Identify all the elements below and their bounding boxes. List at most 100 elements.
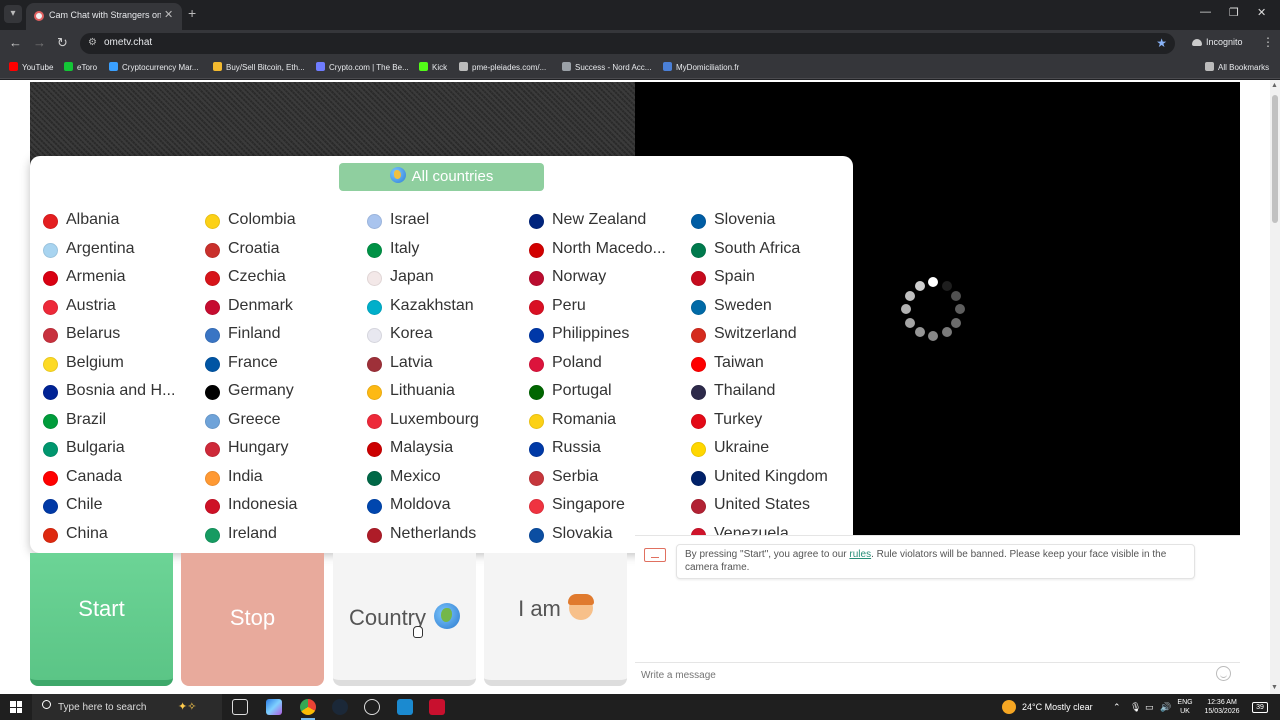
country-option[interactable]: Moldova bbox=[354, 493, 514, 522]
incognito-indicator[interactable]: Incognito bbox=[1192, 37, 1243, 47]
forward-icon[interactable]: → bbox=[33, 35, 46, 50]
country-option[interactable]: Hungary bbox=[192, 436, 352, 465]
country-option[interactable]: Mexico bbox=[354, 465, 514, 494]
weather-text[interactable]: 24°C Mostly clear bbox=[1022, 702, 1093, 712]
bookmark-star-icon[interactable]: ★ bbox=[1156, 36, 1167, 50]
country-option[interactable]: Norway bbox=[516, 265, 676, 294]
bookmark-crypto-com[interactable]: Crypto.com | The Be... bbox=[316, 62, 409, 72]
country-option[interactable]: Lithuania bbox=[354, 379, 514, 408]
country-option[interactable]: Spain bbox=[678, 265, 838, 294]
country-button[interactable]: Country bbox=[333, 553, 476, 686]
bookmark-kick[interactable]: Kick bbox=[419, 62, 447, 72]
windows-start-icon[interactable] bbox=[10, 701, 22, 713]
country-option[interactable]: Argentina bbox=[30, 237, 190, 266]
start-button[interactable]: Start bbox=[30, 553, 173, 686]
country-option[interactable]: United States bbox=[678, 493, 838, 522]
country-option[interactable]: Malaysia bbox=[354, 436, 514, 465]
country-option[interactable]: Belarus bbox=[30, 322, 190, 351]
country-option[interactable]: Bulgaria bbox=[30, 436, 190, 465]
country-option[interactable]: Israel bbox=[354, 208, 514, 237]
country-option[interactable]: Belgium bbox=[30, 351, 190, 380]
country-option[interactable]: Austria bbox=[30, 294, 190, 323]
obs-icon[interactable] bbox=[364, 699, 380, 715]
browser-menu-icon[interactable]: ⋮ bbox=[1262, 35, 1274, 49]
rules-link[interactable]: rules bbox=[849, 549, 871, 560]
scroll-down-icon[interactable]: ▼ bbox=[1271, 684, 1278, 691]
country-option[interactable]: Portugal bbox=[516, 379, 676, 408]
site-info-icon[interactable]: ⚙ bbox=[88, 37, 97, 48]
country-option[interactable]: Poland bbox=[516, 351, 676, 380]
bookmark-mydomiciliation[interactable]: MyDomiciliation.fr bbox=[663, 62, 739, 72]
address-bar[interactable]: ⚙ ometv.chat ★ bbox=[80, 33, 1175, 54]
country-option[interactable]: Korea bbox=[354, 322, 514, 351]
country-option[interactable]: Thailand bbox=[678, 379, 838, 408]
gender-button[interactable]: I am bbox=[484, 553, 627, 686]
all-bookmarks[interactable]: All Bookmarks bbox=[1205, 62, 1269, 72]
country-option[interactable]: Luxembourg bbox=[354, 408, 514, 437]
stop-button[interactable]: Stop bbox=[181, 553, 324, 686]
country-option[interactable]: Greece bbox=[192, 408, 352, 437]
country-option[interactable]: Albania bbox=[30, 208, 190, 237]
country-option[interactable]: Brazil bbox=[30, 408, 190, 437]
new-tab-icon[interactable]: + bbox=[188, 5, 196, 21]
country-option[interactable]: Turkey bbox=[678, 408, 838, 437]
steam-icon[interactable] bbox=[332, 699, 348, 715]
country-option[interactable]: Armenia bbox=[30, 265, 190, 294]
capcut-icon[interactable] bbox=[429, 699, 445, 715]
country-option[interactable]: Ukraine bbox=[678, 436, 838, 465]
bookmark-pme-pleiades[interactable]: pme-pleiades.com/... bbox=[459, 62, 546, 72]
microphone-icon[interactable]: 🎙 bbox=[1130, 702, 1141, 713]
restore-icon[interactable]: ❐ bbox=[1229, 6, 1239, 19]
all-countries-button[interactable]: All countries bbox=[339, 163, 544, 191]
chrome-icon[interactable] bbox=[300, 699, 316, 715]
country-option[interactable]: Netherlands bbox=[354, 522, 514, 551]
scroll-up-icon[interactable]: ▲ bbox=[1271, 82, 1278, 89]
country-option[interactable]: Croatia bbox=[192, 237, 352, 266]
country-option[interactable]: Romania bbox=[516, 408, 676, 437]
bookmark-cryptocurrency[interactable]: Cryptocurrency Mar... bbox=[109, 62, 198, 72]
network-icon[interactable]: ▭ bbox=[1145, 702, 1154, 713]
screen-app-icon[interactable] bbox=[397, 699, 413, 715]
country-option[interactable]: Switzerland bbox=[678, 322, 838, 351]
country-option[interactable]: Japan bbox=[354, 265, 514, 294]
country-option[interactable]: Chile bbox=[30, 493, 190, 522]
country-option[interactable]: Serbia bbox=[516, 465, 676, 494]
country-option[interactable]: Italy bbox=[354, 237, 514, 266]
bookmark-binance[interactable]: Buy/Sell Bitcoin, Eth... bbox=[213, 62, 305, 72]
country-option[interactable]: India bbox=[192, 465, 352, 494]
tab-close-icon[interactable]: ✕ bbox=[164, 8, 173, 21]
bookmark-etoro[interactable]: eToro bbox=[64, 62, 97, 72]
country-option[interactable]: China bbox=[30, 522, 190, 551]
weather-icon[interactable] bbox=[1002, 700, 1016, 714]
country-option[interactable]: Czechia bbox=[192, 265, 352, 294]
volume-icon[interactable]: 🔊 bbox=[1160, 702, 1171, 713]
bookmark-nord[interactable]: Success - Nord Acc... bbox=[562, 62, 651, 72]
country-option[interactable]: South Africa bbox=[678, 237, 838, 266]
notifications-icon[interactable]: 39 bbox=[1252, 702, 1268, 713]
country-option[interactable]: Sweden bbox=[678, 294, 838, 323]
taskbar-search[interactable]: Type here to search ✦✧ bbox=[32, 694, 222, 720]
window-close-icon[interactable]: ✕ bbox=[1257, 6, 1266, 19]
country-option[interactable]: Germany bbox=[192, 379, 352, 408]
tab-search-icon[interactable]: ▾ bbox=[4, 5, 22, 23]
clock[interactable]: 12:36 AM 15/03/2026 bbox=[1198, 698, 1246, 716]
language-indicator[interactable]: ENG UK bbox=[1176, 698, 1194, 716]
back-icon[interactable]: ← bbox=[9, 35, 22, 50]
reload-icon[interactable]: ↻ bbox=[57, 35, 68, 51]
copilot-icon[interactable] bbox=[266, 699, 282, 715]
country-option[interactable]: France bbox=[192, 351, 352, 380]
tray-chevron-icon[interactable]: ⌃ bbox=[1113, 702, 1121, 713]
country-option[interactable]: Canada bbox=[30, 465, 190, 494]
bookmark-youtube[interactable]: YouTube bbox=[9, 62, 53, 72]
country-option[interactable]: Indonesia bbox=[192, 493, 352, 522]
country-option[interactable]: North Macedo... bbox=[516, 237, 676, 266]
message-input[interactable] bbox=[641, 667, 1201, 683]
country-option[interactable]: Taiwan bbox=[678, 351, 838, 380]
country-option[interactable]: Colombia bbox=[192, 208, 352, 237]
country-option[interactable]: Russia bbox=[516, 436, 676, 465]
country-option[interactable]: Slovenia bbox=[678, 208, 838, 237]
browser-tab[interactable]: Cam Chat with Strangers on Ome ✕ bbox=[26, 3, 182, 30]
country-option[interactable]: Philippines bbox=[516, 322, 676, 351]
country-option[interactable]: United Kingdom bbox=[678, 465, 838, 494]
minimize-icon[interactable]: — bbox=[1200, 6, 1211, 18]
